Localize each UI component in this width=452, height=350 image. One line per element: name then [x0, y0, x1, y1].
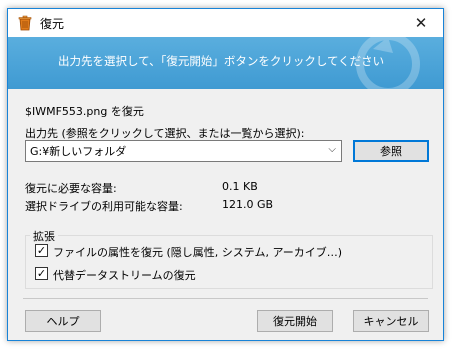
start-restore-button[interactable]: 復元開始 [257, 310, 333, 332]
restore-dialog: 復元 ✕ 出力先を選択して、「復元開始」ボタンをクリックしてください $IWMF… [7, 8, 444, 341]
available-space-label: 選択ドライブの利用可能な容量: [25, 200, 183, 213]
window-title: 復元 [40, 16, 65, 31]
available-space-value: 121.0 GB [222, 198, 274, 211]
chevron-down-icon[interactable]: ⌵ [328, 144, 336, 155]
required-space-value: 0.1 KB [222, 180, 258, 193]
recycle-bin-icon [18, 15, 32, 31]
instruction-banner: 出力先を選択して、「復元開始」ボタンをクリックしてください [8, 37, 443, 89]
checkmark-icon: ✓ [36, 244, 47, 257]
required-space-label: 復元に必要な容量: [25, 182, 117, 195]
restore-ads-checkbox[interactable]: ✓ [35, 267, 48, 280]
close-button[interactable]: ✕ [399, 9, 443, 37]
output-label: 出力先 (参照をクリックして選択、または一覧から選択): [25, 127, 305, 140]
divider [23, 298, 428, 299]
file-name-label: $IWMF553.png を復元 [25, 105, 144, 118]
output-folder-value: G:¥新しいフォルダ [30, 145, 127, 158]
dialog-content: $IWMF553.png を復元 出力先 (参照をクリックして選択、または一覧か… [8, 89, 443, 340]
restore-ads-label[interactable]: 代替データストリームの復元 [53, 267, 196, 283]
checkmark-icon: ✓ [36, 267, 47, 280]
restore-attributes-checkbox[interactable]: ✓ [35, 244, 48, 257]
extended-group-label: 拡張 [30, 228, 58, 244]
output-folder-combobox[interactable]: G:¥新しいフォルダ ⌵ [25, 140, 342, 162]
title-bar[interactable]: 復元 ✕ [8, 9, 443, 37]
cancel-button[interactable]: キャンセル [353, 310, 429, 332]
restore-attributes-label[interactable]: ファイルの属性を復元 (隠し属性, システム, アーカイブ…) [53, 244, 342, 260]
help-button[interactable]: ヘルプ [25, 310, 101, 332]
instruction-text: 出力先を選択して、「復元開始」ボタンをクリックしてください [58, 54, 385, 68]
browse-button[interactable]: 参照 [353, 140, 429, 162]
